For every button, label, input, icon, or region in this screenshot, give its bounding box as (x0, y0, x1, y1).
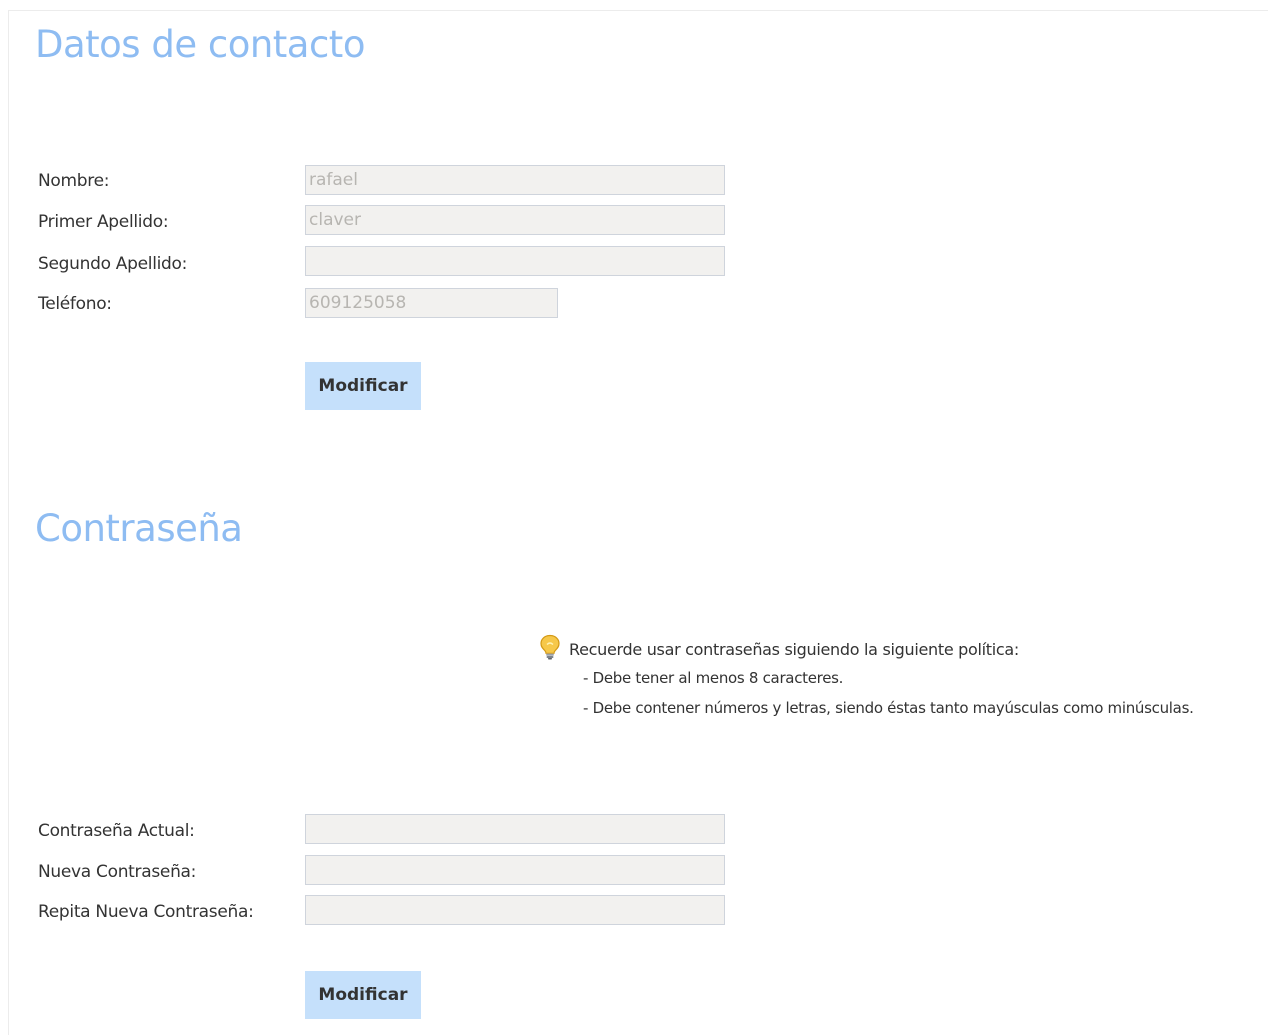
phone-label: Teléfono: (38, 294, 112, 314)
repeat-password-input[interactable] (305, 895, 725, 925)
lightbulb-icon (539, 634, 569, 664)
policy-rule-characters: - Debe contener números y letras, siendo… (583, 699, 1194, 717)
second-surname-label: Segundo Apellido: (38, 254, 188, 274)
first-surname-label: Primer Apellido: (38, 212, 169, 232)
policy-heading: Recuerde usar contraseñas siguiendo la s… (569, 639, 1020, 659)
current-password-input[interactable] (305, 814, 725, 844)
current-password-label: Contraseña Actual: (38, 821, 195, 841)
new-password-input[interactable] (305, 855, 725, 885)
first-name-label: Nombre: (38, 171, 110, 191)
password-section-title: Contraseña (35, 507, 243, 550)
phone-input[interactable] (305, 288, 558, 318)
new-password-label: Nueva Contraseña: (38, 862, 197, 882)
password-policy-tip: Recuerde usar contraseñas siguiendo la s… (539, 634, 1194, 723)
policy-rule-length: - Debe tener al menos 8 caracteres. (583, 669, 844, 687)
second-surname-input[interactable] (305, 246, 725, 276)
modify-password-button[interactable]: Modificar (305, 971, 421, 1019)
modify-contact-button[interactable]: Modificar (305, 362, 421, 410)
contact-section-title: Datos de contacto (35, 23, 365, 66)
first-surname-input[interactable] (305, 205, 725, 235)
profile-page: Datos de contacto Nombre: Primer Apellid… (8, 10, 1268, 1035)
first-name-input[interactable] (305, 165, 725, 195)
repeat-password-label: Repita Nueva Contraseña: (38, 902, 254, 922)
